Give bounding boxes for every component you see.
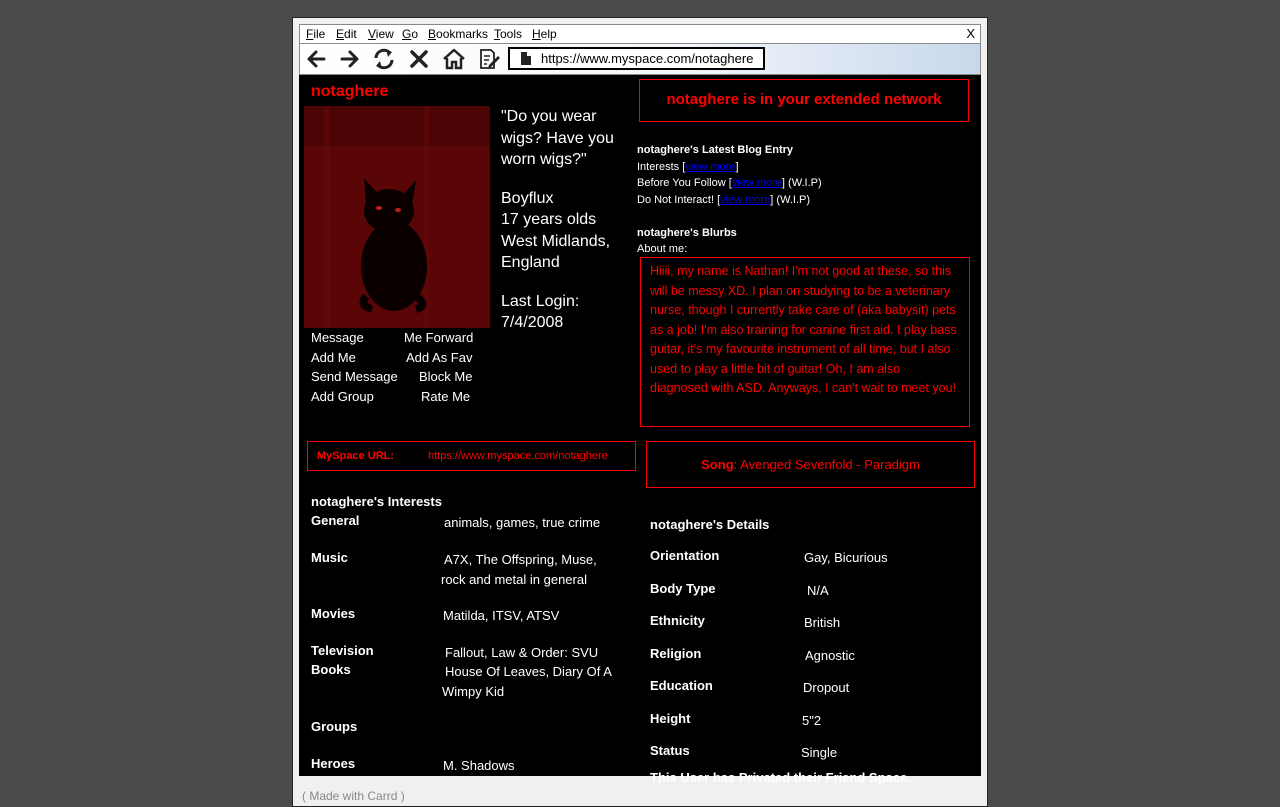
block-link[interactable]: Block Me bbox=[419, 369, 472, 384]
add-group-link[interactable]: Add Group bbox=[311, 389, 374, 404]
stop-icon[interactable] bbox=[406, 47, 432, 71]
song-box: Song: Avenged Sevenfold - Paradigm bbox=[646, 441, 975, 488]
reload-icon[interactable] bbox=[371, 47, 397, 71]
myspace-url-box: MySpace URL: https://www.myspace.com/not… bbox=[307, 441, 636, 471]
about-me-box: Hiiii, my name is Nathan! I'm not good a… bbox=[640, 257, 970, 427]
myspace-url-value[interactable]: https://www.myspace.com/notaghere bbox=[428, 450, 608, 462]
home-icon[interactable] bbox=[441, 47, 467, 71]
details-title: notaghere's Details bbox=[650, 517, 770, 532]
page-icon bbox=[521, 52, 531, 65]
interests-title: notaghere's Interests bbox=[311, 494, 442, 509]
view-more-link[interactable]: view more bbox=[732, 177, 782, 189]
message-link[interactable]: Message bbox=[311, 330, 364, 345]
profile-bio: "Do you wear wigs? Have you worn wigs?" … bbox=[501, 106, 631, 351]
profile-photo bbox=[304, 106, 490, 328]
menu-view[interactable]: View bbox=[368, 27, 394, 41]
forward-link[interactable]: Me Forward bbox=[404, 330, 473, 345]
blurbs-title: notaghere's Blurbs bbox=[637, 226, 737, 239]
blog-entry: Do Not Interact! [view more] (W.I.P) bbox=[637, 193, 811, 206]
back-icon[interactable] bbox=[303, 47, 329, 71]
profile-quote: "Do you wear wigs? Have you worn wigs?" bbox=[501, 108, 614, 168]
add-fav-link[interactable]: Add As Fav bbox=[406, 350, 472, 365]
menu-go[interactable]: Go bbox=[402, 27, 418, 41]
address-text: https://www.myspace.com/notaghere bbox=[541, 51, 754, 66]
blog-section: notaghere's Latest Blog Entry Interests … bbox=[637, 142, 822, 258]
menu-bookmarks[interactable]: Bookmarks bbox=[428, 27, 488, 41]
toolbar: https://www.myspace.com/notaghere bbox=[299, 44, 981, 75]
last-login: Last Login: 7/4/2008 bbox=[501, 292, 580, 332]
menu-tools[interactable]: Tools bbox=[494, 27, 522, 41]
view-more-link[interactable]: view more bbox=[720, 194, 770, 206]
profile-name: notaghere bbox=[311, 83, 389, 100]
blog-entry: Interests [view more] bbox=[637, 160, 739, 173]
rate-link[interactable]: Rate Me bbox=[421, 389, 470, 404]
menu-file[interactable]: File bbox=[306, 27, 325, 41]
song-title: : Avenged Sevenfold - Paradigm bbox=[733, 457, 920, 472]
blog-entry: Before You Follow [view more] (W.I.P) bbox=[637, 177, 822, 189]
friend-space-note: This User has Privated their Friend Spac… bbox=[650, 770, 911, 785]
blog-title: notaghere's Latest Blog Entry bbox=[637, 144, 794, 156]
browser-window: File Edit View Go Bookmarks Tools Help X… bbox=[292, 17, 988, 807]
profile-location: West Midlands, England bbox=[501, 232, 611, 272]
close-button[interactable]: X bbox=[966, 26, 975, 41]
send-message-link[interactable]: Send Message bbox=[311, 369, 398, 384]
song-label: Song bbox=[701, 457, 734, 472]
last-login-date: 7/4/2008 bbox=[501, 314, 564, 331]
carrd-footer-link[interactable]: ( Made with Carrd ) bbox=[302, 789, 405, 803]
menu-help[interactable]: Help bbox=[532, 27, 557, 41]
profile-age: 17 years olds bbox=[501, 211, 597, 228]
profile-info: Boyflux 17 years olds West Midlands, Eng… bbox=[501, 188, 631, 274]
view-more-link[interactable]: view more bbox=[685, 161, 735, 173]
address-bar[interactable]: https://www.myspace.com/notaghere bbox=[508, 47, 765, 70]
about-label: About me: bbox=[637, 243, 688, 255]
profile-page: notaghere "Do you wear wigs? Have you wo… bbox=[299, 75, 981, 785]
forward-icon[interactable] bbox=[337, 47, 363, 71]
myspace-url-label: MySpace URL: bbox=[317, 450, 395, 462]
extended-network-box: notaghere is in your extended network bbox=[639, 79, 969, 122]
menu-bar: File Edit View Go Bookmarks Tools Help X bbox=[299, 24, 981, 44]
edit-page-icon[interactable] bbox=[476, 47, 502, 71]
profile-gender: Boyflux bbox=[501, 189, 554, 207]
menu-edit[interactable]: Edit bbox=[336, 27, 357, 41]
add-me-link[interactable]: Add Me bbox=[311, 350, 356, 365]
